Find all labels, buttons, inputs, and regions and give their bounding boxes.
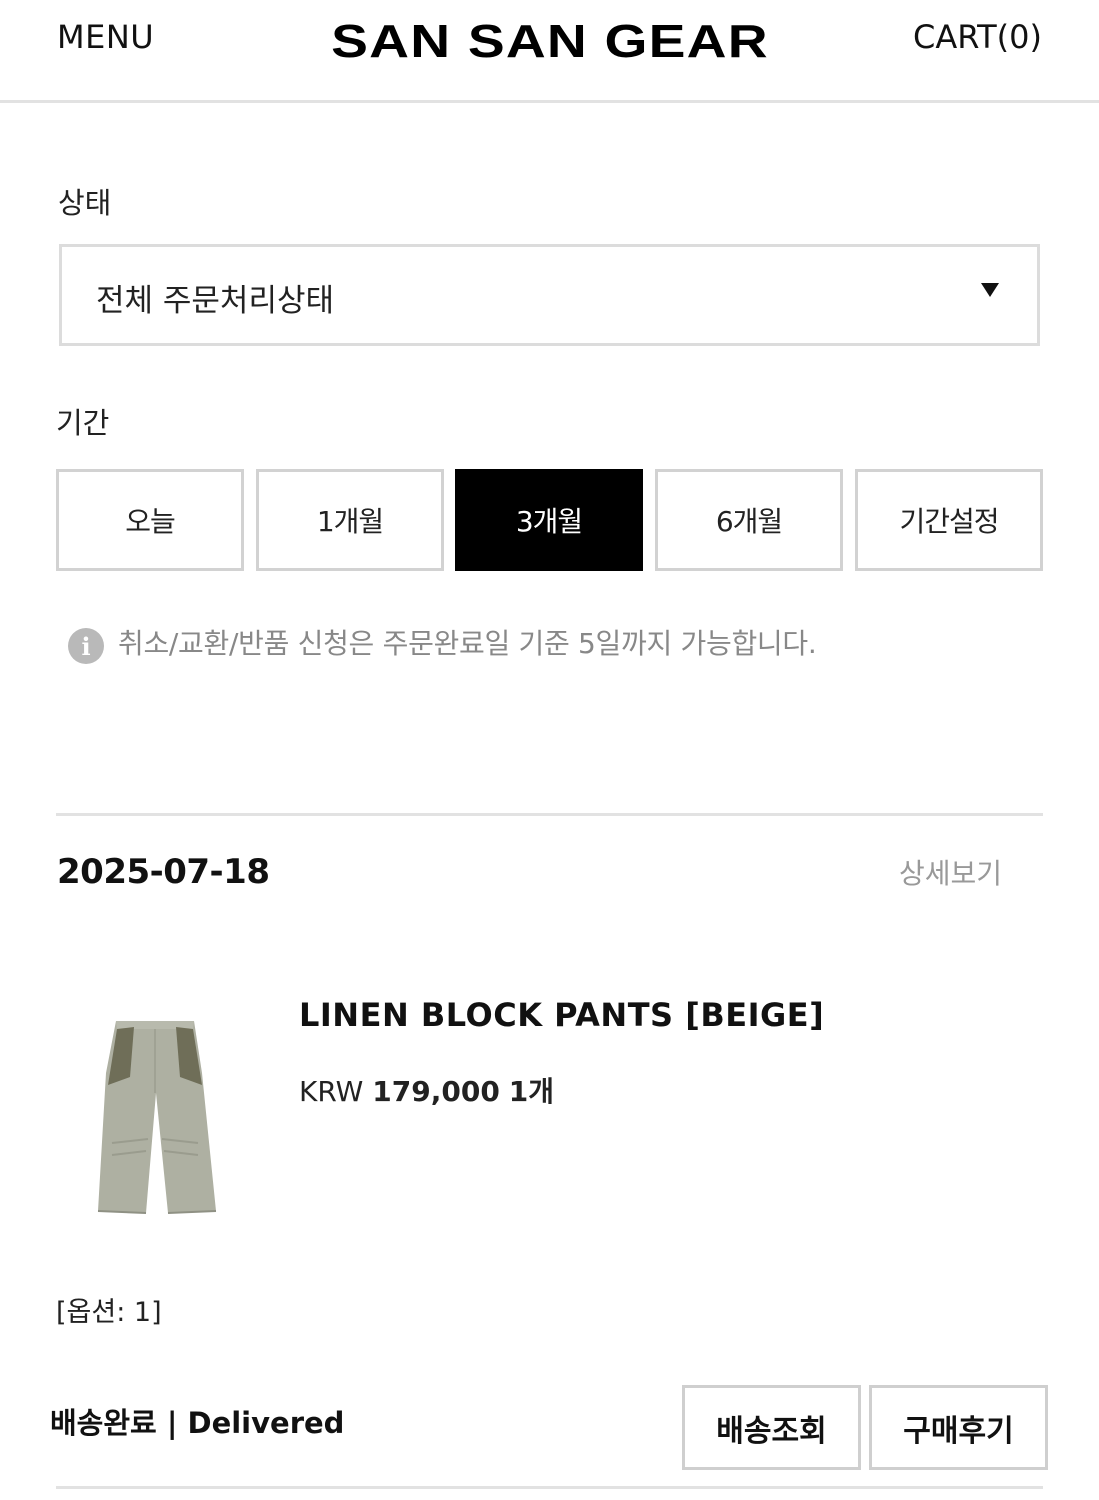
period-button-custom[interactable]: 기간설정 xyxy=(855,469,1043,571)
info-icon: i xyxy=(68,628,104,664)
menu-link[interactable]: MENU xyxy=(57,18,154,56)
order-detail-link[interactable]: 상세보기 xyxy=(899,852,1002,892)
cart-link[interactable]: CART(0) xyxy=(913,18,1042,56)
product-name[interactable]: LINEN BLOCK PANTS [BEIGE] xyxy=(299,996,824,1034)
period-button-1-month[interactable]: 1개월 xyxy=(256,469,444,571)
write-review-button[interactable]: 구매후기 xyxy=(869,1385,1048,1470)
period-button-today[interactable]: 오늘 xyxy=(56,469,244,571)
product-quantity: 1개 xyxy=(508,1075,554,1108)
price-currency: KRW xyxy=(299,1075,364,1108)
price-amount: 179,000 xyxy=(372,1075,500,1108)
notice-text: 취소/교환/반품 신청은 주문완료일 기준 5일까지 가능합니다. xyxy=(118,627,817,660)
divider xyxy=(56,813,1043,816)
product-option: [옵션: 1] xyxy=(56,1297,162,1328)
period-button-group: 오늘 1개월 3개월 6개월 기간설정 xyxy=(56,469,1043,571)
cancellation-notice: i 취소/교환/반품 신청은 주문완료일 기준 5일까지 가능합니다. xyxy=(68,620,817,664)
track-shipment-button[interactable]: 배송조회 xyxy=(682,1385,861,1470)
status-label: 상태 xyxy=(58,186,112,220)
period-button-6-months[interactable]: 6개월 xyxy=(655,469,843,571)
site-logo[interactable]: SAN SAN GEAR xyxy=(243,14,857,68)
order-status-select[interactable]: 전체 주문처리상태 xyxy=(59,244,1040,346)
product-price: KRW 179,000 1개 xyxy=(299,1070,554,1110)
order-status-select-value: 전체 주문처리상태 xyxy=(96,283,335,319)
period-button-3-months[interactable]: 3개월 xyxy=(455,469,643,571)
period-label: 기간 xyxy=(56,406,110,440)
caret-down-icon xyxy=(981,283,999,297)
divider xyxy=(56,1486,1043,1489)
product-thumbnail[interactable] xyxy=(90,1015,220,1220)
delivery-status: 배송완료 | Delivered xyxy=(50,1406,345,1440)
pants-image xyxy=(97,1021,217,1214)
order-date: 2025-07-18 xyxy=(57,852,270,892)
site-header: MENU SAN SAN GEAR CART(0) xyxy=(0,0,1099,103)
